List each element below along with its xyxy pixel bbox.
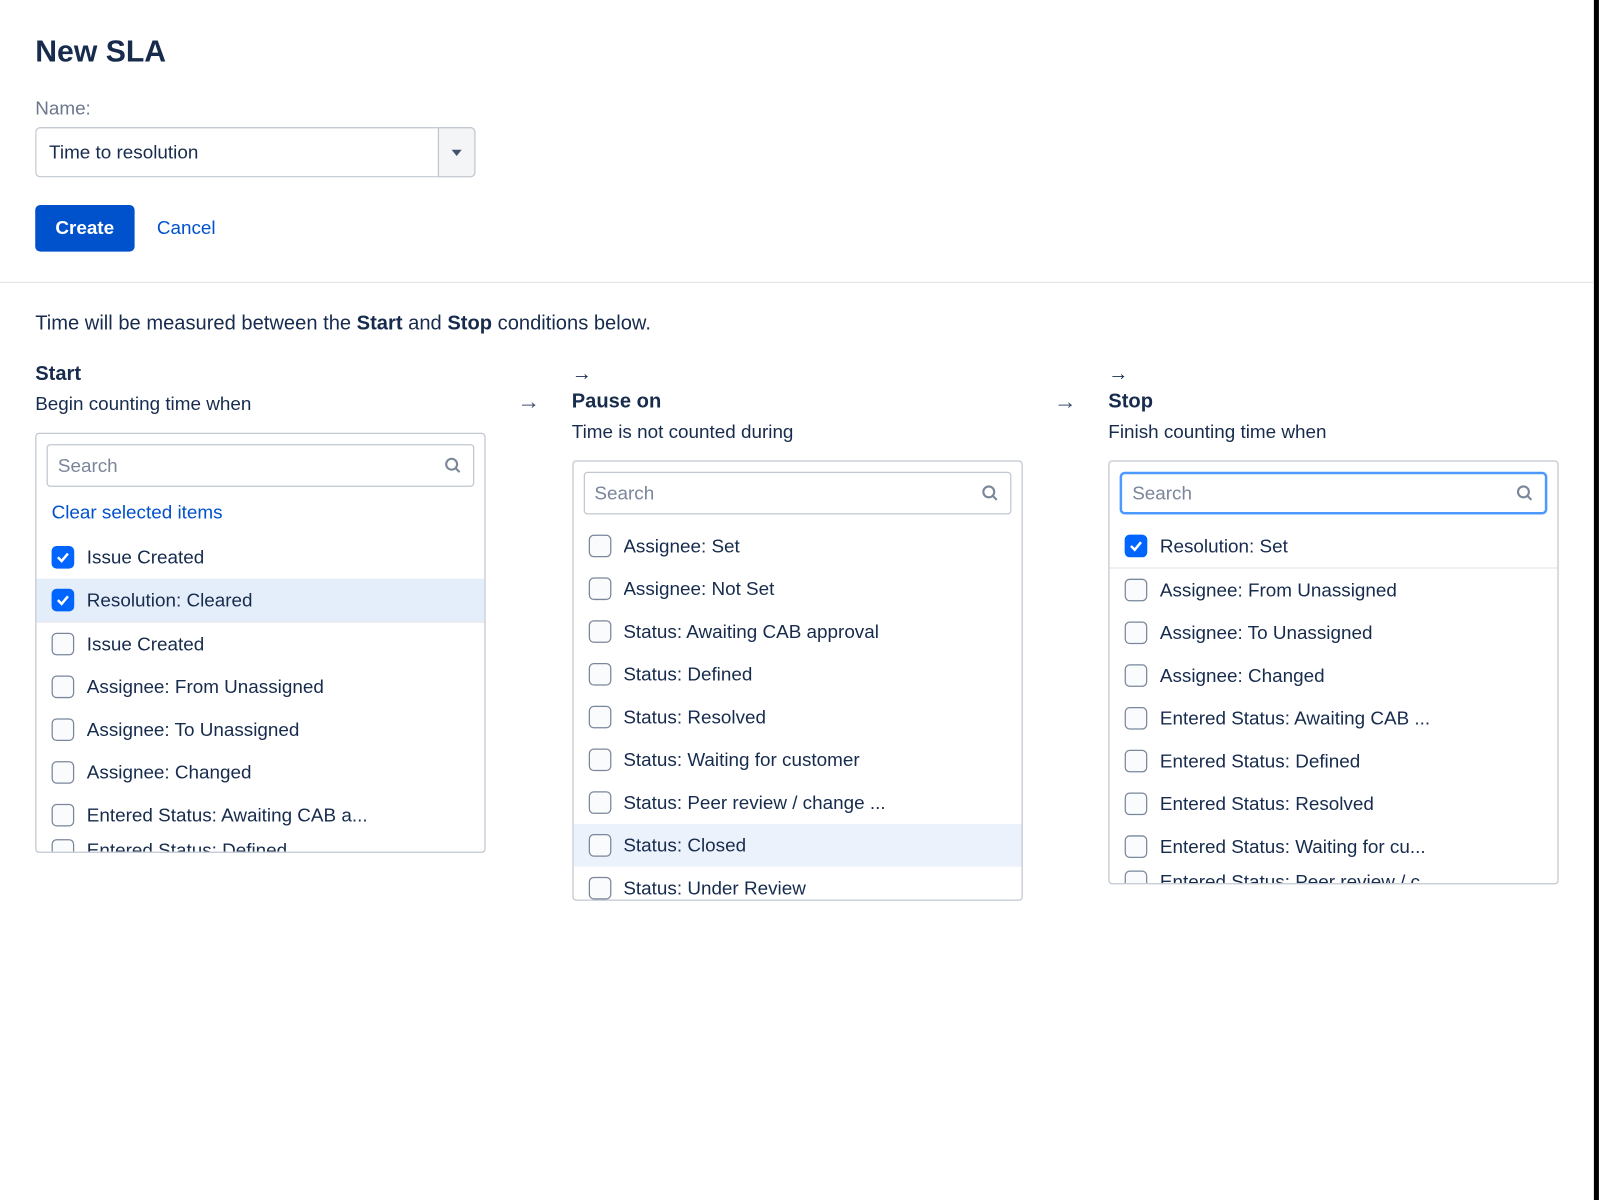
pause-option[interactable]: Status: Under Review [573, 867, 1021, 900]
start-listbox: Clear selected items Issue Created Resol… [35, 433, 485, 853]
start-option[interactable]: Issue Created [36, 623, 484, 666]
start-option[interactable]: Assignee: To Unassigned [36, 708, 484, 751]
stop-option[interactable]: Entered Status: Resolved [1110, 782, 1558, 825]
checkbox-icon [52, 839, 75, 852]
stop-option[interactable]: Entered Status: Defined [1110, 740, 1558, 783]
search-icon [1515, 483, 1535, 503]
checkbox-icon [1125, 621, 1148, 644]
page-title: New SLA [35, 35, 1558, 70]
checkbox-icon [1125, 707, 1148, 730]
checkbox-icon [1125, 750, 1148, 773]
checkbox-icon [1125, 871, 1148, 884]
checkbox-icon [52, 633, 75, 656]
checkbox-icon [52, 718, 75, 741]
checkbox-icon [588, 535, 611, 558]
pause-option[interactable]: Assignee: Not Set [573, 567, 1021, 610]
create-button[interactable]: Create [35, 205, 134, 252]
pause-listbox: Assignee: Set Assignee: Not Set Status: … [572, 460, 1022, 900]
search-icon [443, 455, 463, 475]
pause-option[interactable]: Assignee: Set [573, 525, 1021, 568]
stop-option[interactable]: Assignee: From Unassigned [1110, 569, 1558, 612]
checkbox-icon [588, 706, 611, 729]
checkbox-checked-icon [1125, 535, 1148, 558]
start-option[interactable]: Assignee: From Unassigned [36, 665, 484, 708]
checkbox-icon [1125, 664, 1148, 687]
stop-title: Stop [1108, 391, 1558, 414]
start-option[interactable]: Assignee: Changed [36, 751, 484, 794]
checkbox-icon [588, 663, 611, 686]
pause-search-input[interactable] [594, 482, 979, 503]
pause-option[interactable]: Status: Defined [573, 653, 1021, 696]
pause-option[interactable]: Status: Awaiting CAB approval [573, 610, 1021, 653]
checkbox-icon [52, 804, 75, 827]
pause-option[interactable]: Status: Resolved [573, 696, 1021, 739]
name-dropdown-toggle[interactable] [438, 127, 476, 177]
checkbox-icon [1125, 793, 1148, 816]
start-selected-option[interactable]: Issue Created [36, 536, 484, 579]
checkbox-icon [588, 749, 611, 772]
section-divider [0, 282, 1594, 283]
clear-selected-link[interactable]: Clear selected items [36, 497, 484, 536]
search-icon [979, 483, 999, 503]
checkbox-icon [588, 834, 611, 857]
checkbox-checked-icon [52, 589, 75, 612]
start-selected-option[interactable]: Resolution: Cleared [36, 579, 484, 622]
arrow-icon: → [1045, 364, 1086, 416]
pause-subtitle: Time is not counted during [572, 421, 1022, 442]
checkbox-icon [1125, 579, 1148, 602]
checkbox-icon [1125, 835, 1148, 858]
arrow-icon: → [572, 364, 1022, 387]
arrow-icon: → [508, 364, 549, 416]
chevron-down-icon [452, 149, 462, 155]
cancel-link[interactable]: Cancel [157, 218, 216, 239]
name-label: Name: [35, 98, 1558, 119]
stop-option[interactable]: Entered Status: Awaiting CAB ... [1110, 697, 1558, 740]
start-option[interactable]: Entered Status: Defined [36, 837, 484, 852]
start-subtitle: Begin counting time when [35, 394, 485, 415]
checkbox-icon [588, 620, 611, 643]
checkbox-icon [52, 676, 75, 699]
checkbox-icon [588, 577, 611, 600]
pause-title: Pause on [572, 391, 1022, 414]
stop-listbox: Resolution: Set Assignee: From Unassigne… [1108, 460, 1558, 884]
checkbox-checked-icon [52, 546, 75, 569]
pause-option[interactable]: Status: Waiting for customer [573, 738, 1021, 781]
start-title: Start [35, 364, 485, 387]
start-option[interactable]: Entered Status: Awaiting CAB a... [36, 794, 484, 837]
stop-option[interactable]: Entered Status: Peer review / c... [1110, 868, 1558, 883]
stop-search-input[interactable] [1132, 482, 1514, 503]
instruction-text: Time will be measured between the Start … [35, 313, 1558, 336]
checkbox-icon [52, 761, 75, 784]
arrow-icon: → [1108, 364, 1558, 387]
stop-option[interactable]: Assignee: To Unassigned [1110, 611, 1558, 654]
start-search-input[interactable] [58, 455, 443, 476]
pause-option[interactable]: Status: Peer review / change ... [573, 781, 1021, 824]
pause-option[interactable]: Status: Closed [573, 824, 1021, 867]
checkbox-icon [588, 791, 611, 814]
sla-name-input[interactable] [35, 127, 438, 177]
stop-selected-option[interactable]: Resolution: Set [1110, 525, 1558, 568]
stop-option[interactable]: Assignee: Changed [1110, 654, 1558, 697]
stop-option[interactable]: Entered Status: Waiting for cu... [1110, 825, 1558, 868]
stop-subtitle: Finish counting time when [1108, 421, 1558, 442]
checkbox-icon [588, 877, 611, 900]
